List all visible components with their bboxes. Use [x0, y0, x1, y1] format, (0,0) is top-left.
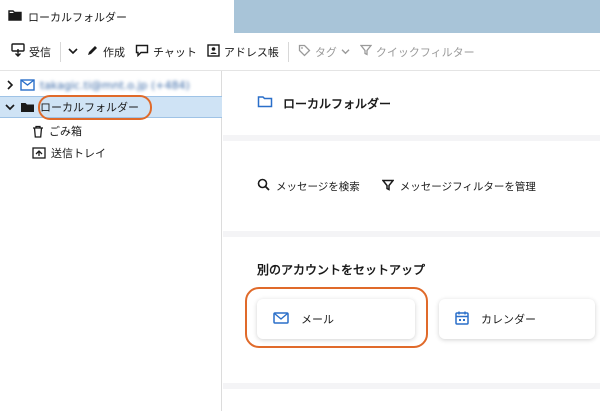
- manage-filters-link[interactable]: メッセージフィルターを管理: [381, 179, 536, 194]
- highlight-annotation: [245, 287, 428, 348]
- highlight-annotation: [38, 95, 152, 120]
- address-book-icon: [207, 43, 220, 60]
- content-bottom-section: [223, 389, 600, 411]
- outbox-label: 送信トレイ: [51, 147, 106, 160]
- pencil-icon: [86, 44, 99, 60]
- page-title: ローカルフォルダー: [283, 96, 392, 111]
- folder-icon: [20, 101, 35, 113]
- trash-label: ごみ箱: [49, 125, 82, 138]
- tag-button[interactable]: タグ: [293, 40, 355, 64]
- trash-icon: [32, 125, 44, 138]
- tab-title: ローカルフォルダー: [28, 10, 127, 24]
- search-icon: [257, 178, 270, 194]
- quick-filter-label: クイックフィルター: [375, 45, 475, 59]
- tab-local-folders[interactable]: ローカルフォルダー: [0, 0, 234, 33]
- toolbar-separator: [60, 41, 61, 62]
- mail-account-icon: [20, 79, 35, 91]
- folder-actions: メッセージを検索 メッセージフィルターを管理: [223, 141, 600, 231]
- title-bar: ローカルフォルダー: [0, 0, 600, 33]
- filter-icon: [381, 179, 395, 194]
- setup-title: 別のアカウントをセットアップ: [257, 263, 426, 277]
- compose-button[interactable]: 作成: [81, 40, 130, 64]
- chat-button[interactable]: チャット: [130, 40, 202, 64]
- content-pane: ローカルフォルダー メッセージを検索 メッセージフィルターを管理 別のアカウント…: [223, 71, 600, 411]
- search-messages-link[interactable]: メッセージを検索: [257, 178, 360, 194]
- outbox-icon: [32, 147, 46, 159]
- folder-row-account[interactable]: takagic.ti@mnt.o.jp (+484): [0, 74, 222, 96]
- chat-label: チャット: [153, 45, 197, 59]
- receive-button[interactable]: 受信: [6, 40, 56, 64]
- manage-filters-label: メッセージフィルターを管理: [399, 180, 536, 193]
- compose-label: 作成: [103, 45, 125, 59]
- download-icon: [11, 43, 25, 60]
- receive-label: 受信: [29, 45, 51, 59]
- account-label: takagic.ti@mnt.o.jp (+484): [40, 78, 190, 92]
- tag-label: タグ: [314, 45, 337, 59]
- account-setup-section: 別のアカウントをセットアップ メール カレンダー: [223, 237, 600, 383]
- address-book-label: アドレス帳: [223, 45, 279, 59]
- search-messages-label: メッセージを検索: [276, 180, 360, 193]
- chevron-down-icon[interactable]: [4, 103, 16, 111]
- toolbar-separator: [287, 41, 289, 62]
- folder-row-trash[interactable]: ごみ箱: [0, 120, 222, 142]
- calendar-icon: [455, 311, 469, 328]
- chat-icon: [135, 44, 149, 60]
- address-book-button[interactable]: アドレス帳: [202, 40, 284, 64]
- folder-icon: [8, 9, 22, 24]
- folder-icon: [257, 95, 273, 111]
- filter-icon: [359, 44, 373, 59]
- calendar-setup-label: カレンダー: [481, 313, 536, 326]
- calendar-setup-button[interactable]: カレンダー: [439, 299, 595, 339]
- chevron-down-icon: [341, 45, 350, 58]
- tag-icon: [298, 44, 311, 60]
- folder-row-outbox[interactable]: 送信トレイ: [0, 142, 222, 164]
- quick-filter-button[interactable]: クイックフィルター: [355, 40, 480, 64]
- folder-pane: takagic.ti@mnt.o.jp (+484) ローカルフォルダー ごみ箱…: [0, 71, 222, 411]
- main-toolbar: 受信 作成 チャット アドレス帳 タグ クイックフィルター: [0, 33, 600, 71]
- chevron-down-icon: [68, 45, 78, 58]
- receive-menu-button[interactable]: [65, 40, 81, 64]
- chevron-right-icon[interactable]: [4, 80, 16, 90]
- content-header: ローカルフォルダー: [223, 71, 600, 135]
